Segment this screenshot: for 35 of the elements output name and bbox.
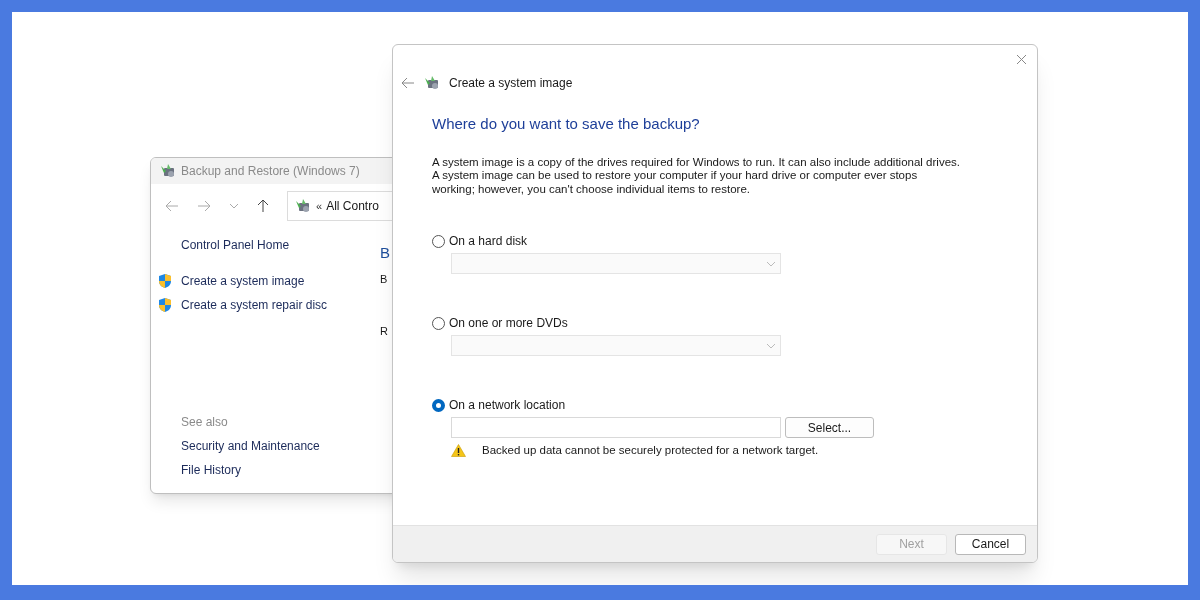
close-icon[interactable] <box>1016 53 1027 65</box>
warning-icon <box>451 444 466 458</box>
control-panel-icon <box>159 163 177 179</box>
task-link[interactable]: Create a system repair disc <box>181 296 328 314</box>
radio-button[interactable] <box>432 398 445 412</box>
wizard-title: Create a system image <box>449 75 573 92</box>
back-arrow-icon[interactable] <box>165 200 179 212</box>
control-panel-icon <box>294 198 312 214</box>
content-text: B <box>380 271 389 287</box>
see-also-heading: See also <box>181 414 229 431</box>
content-text: R <box>380 324 389 339</box>
up-arrow-icon[interactable] <box>257 199 269 213</box>
option-label[interactable]: On a network location <box>449 396 566 414</box>
description-text: A system image is a copy of the drives required for Windows to run. It can also include additional drives. A system image can be used to restore your computer if your hard drive or computer ever stops working; however, you can't choose individual items to restore. <box>432 155 961 196</box>
breadcrumb-chevron: « <box>316 198 323 214</box>
task-link[interactable]: Create a system image <box>181 272 305 290</box>
shield-icon <box>157 273 173 289</box>
network-path-field[interactable] <box>451 417 781 438</box>
chevron-down-icon[interactable] <box>229 203 239 209</box>
see-also-link[interactable]: File History <box>181 461 380 479</box>
wizard-heading: Where do you want to save the backup? <box>432 114 701 134</box>
address-text: All Contro <box>326 198 379 215</box>
control-panel-home-link[interactable]: Control Panel Home <box>181 236 380 254</box>
warning-text: Backed up data cannot be securely protected for a network target. <box>482 443 819 458</box>
computer-icon <box>423 75 441 91</box>
select-button[interactable]: Select... <box>785 417 874 438</box>
chevron-down-icon <box>766 260 776 267</box>
back-arrow-icon[interactable] <box>401 77 415 89</box>
wizard-button[interactable]: Cancel <box>955 533 1026 555</box>
see-also-link[interactable]: Security and Maintenance <box>181 437 380 455</box>
forward-arrow-icon[interactable] <box>197 200 211 212</box>
window-title: Backup and Restore (Windows 7) <box>181 163 360 180</box>
shield-icon <box>157 297 173 313</box>
content-heading: B <box>380 243 390 263</box>
chevron-down-icon <box>766 342 776 349</box>
